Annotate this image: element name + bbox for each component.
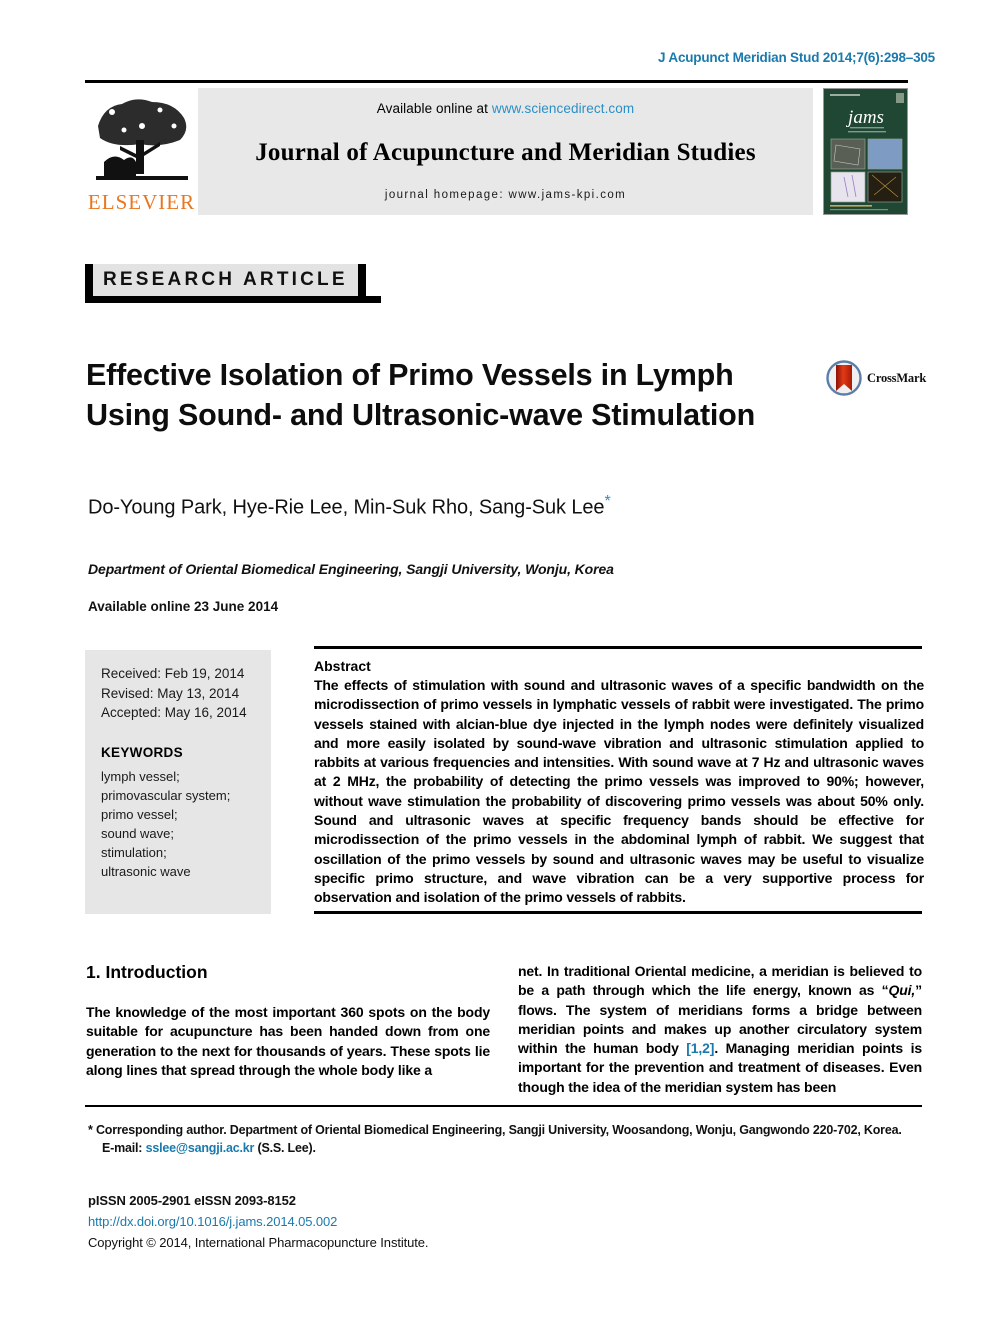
introduction-column-right: net. In traditional Oriental medicine, a… <box>518 962 922 1097</box>
issn-doi-copyright-block: pISSN 2005-2901 eISSN 2093-8152 http://d… <box>88 1190 429 1253</box>
crossmark-icon <box>826 360 862 396</box>
page-title: Effective Isolation of Primo Vessels in … <box>86 358 756 432</box>
introduction-column-left: The knowledge of the most important 360 … <box>86 1004 490 1078</box>
keyword-item: primovascular system; <box>101 787 231 803</box>
available-online-line: Available online at www.sciencedirect.co… <box>377 101 635 116</box>
journal-homepage[interactable]: journal homepage: www.jams-kpi.com <box>385 189 626 201</box>
available-online-date: Available online 23 June 2014 <box>88 599 279 614</box>
journal-title: Journal of Acupuncture and Meridian Stud… <box>255 138 756 166</box>
author-list: Do-Young Park, Hye-Rie Lee, Min-Suk Rho,… <box>88 493 611 520</box>
elsevier-tree-icon <box>95 99 188 180</box>
research-article-label: RESEARCH ARTICLE <box>103 269 348 290</box>
crossmark-badge[interactable]: CrossMark <box>826 360 926 396</box>
author-names: Do-Young Park, Hye-Rie Lee, Min-Suk Rho,… <box>88 496 605 519</box>
svg-text:jams: jams <box>845 107 884 128</box>
journal-masthead: ELSEVIER Available online at www.science… <box>85 88 908 215</box>
doi-link[interactable]: http://dx.doi.org/10.1016/j.jams.2014.05… <box>88 1211 428 1232</box>
footnote-block: * Corresponding author. Department of Or… <box>88 1121 926 1157</box>
article-page: J Acupunct Meridian Stud 2014;7(6):298–3… <box>0 0 992 1323</box>
email-label: E-mail: <box>102 1141 146 1155</box>
abstract-section: Abstract The effects of stimulation with… <box>314 658 924 908</box>
intro-qui-term: Qui, <box>888 982 916 999</box>
keyword-item: stimulation; <box>101 844 167 860</box>
keywords-heading: KEYWORDS <box>101 744 183 760</box>
abstract-body: The effects of stimulation with sound an… <box>314 677 924 906</box>
email-link[interactable]: sslee@sangji.ac.kr <box>146 1141 255 1155</box>
abstract-heading: Abstract <box>314 658 371 674</box>
section-heading-introduction: 1. Introduction <box>86 962 208 982</box>
keyword-item: lymph vessel; <box>101 768 180 784</box>
keyword-item: ultrasonic wave <box>101 863 191 879</box>
issn-line: pISSN 2005-2901 eISSN 2093-8152 <box>88 1193 296 1208</box>
email-note: E-mail: sslee@sangji.ac.kr (S.S. Lee). <box>88 1139 926 1157</box>
corresponding-author-note: * Corresponding author. Department of Or… <box>88 1121 926 1139</box>
available-online-prefix: Available online at <box>376 101 492 116</box>
revised-date: Revised: May 13, 2014 <box>101 685 240 701</box>
citation-reference-link[interactable]: [1,2] <box>686 1040 714 1056</box>
corresponding-author-marker: * <box>604 493 611 510</box>
research-article-badge: RESEARCH ARTICLE <box>85 264 366 296</box>
abstract-bottom-rule <box>314 911 922 914</box>
footnote-divider-rule <box>85 1105 922 1107</box>
research-article-underbar <box>85 296 381 303</box>
accepted-date: Accepted: May 16, 2014 <box>101 705 247 720</box>
sciencedirect-link[interactable]: www.sciencedirect.com <box>492 101 634 116</box>
email-suffix: (S.S. Lee). <box>254 1141 316 1155</box>
elsevier-logo: ELSEVIER <box>85 88 198 215</box>
intro-right-part1: net. In traditional Oriental medicine, a… <box>518 963 922 999</box>
corresponding-author-text: Corresponding author. Department of Orie… <box>92 1123 902 1137</box>
crossmark-label: CrossMark <box>867 370 927 385</box>
received-date: Received: Feb 19, 2014 <box>101 666 245 681</box>
keyword-item: sound wave; <box>101 825 174 841</box>
header-divider-rule <box>85 80 908 83</box>
article-history-box: Received: Feb 19, 2014 Revised: May 13, … <box>85 650 271 914</box>
article-dates: Received: Feb 19, 2014 Revised: May 13, … <box>101 664 259 723</box>
elsevier-wordmark: ELSEVIER <box>87 190 196 214</box>
affiliation: Department of Oriental Biomedical Engine… <box>88 561 614 577</box>
keyword-item: primo vessel; <box>101 806 178 822</box>
copyright-line: Copyright © 2014, International Pharmaco… <box>88 1235 429 1250</box>
journal-cover-art: jams <box>824 89 907 214</box>
abstract-top-rule <box>314 646 922 649</box>
journal-citation: J Acupunct Meridian Stud 2014;7(6):298–3… <box>658 50 935 65</box>
keywords-list: lymph vessel; primovascular system; prim… <box>101 767 259 881</box>
masthead-center-panel: Available online at www.sciencedirect.co… <box>198 88 813 215</box>
journal-cover-thumbnail: jams <box>823 88 908 215</box>
